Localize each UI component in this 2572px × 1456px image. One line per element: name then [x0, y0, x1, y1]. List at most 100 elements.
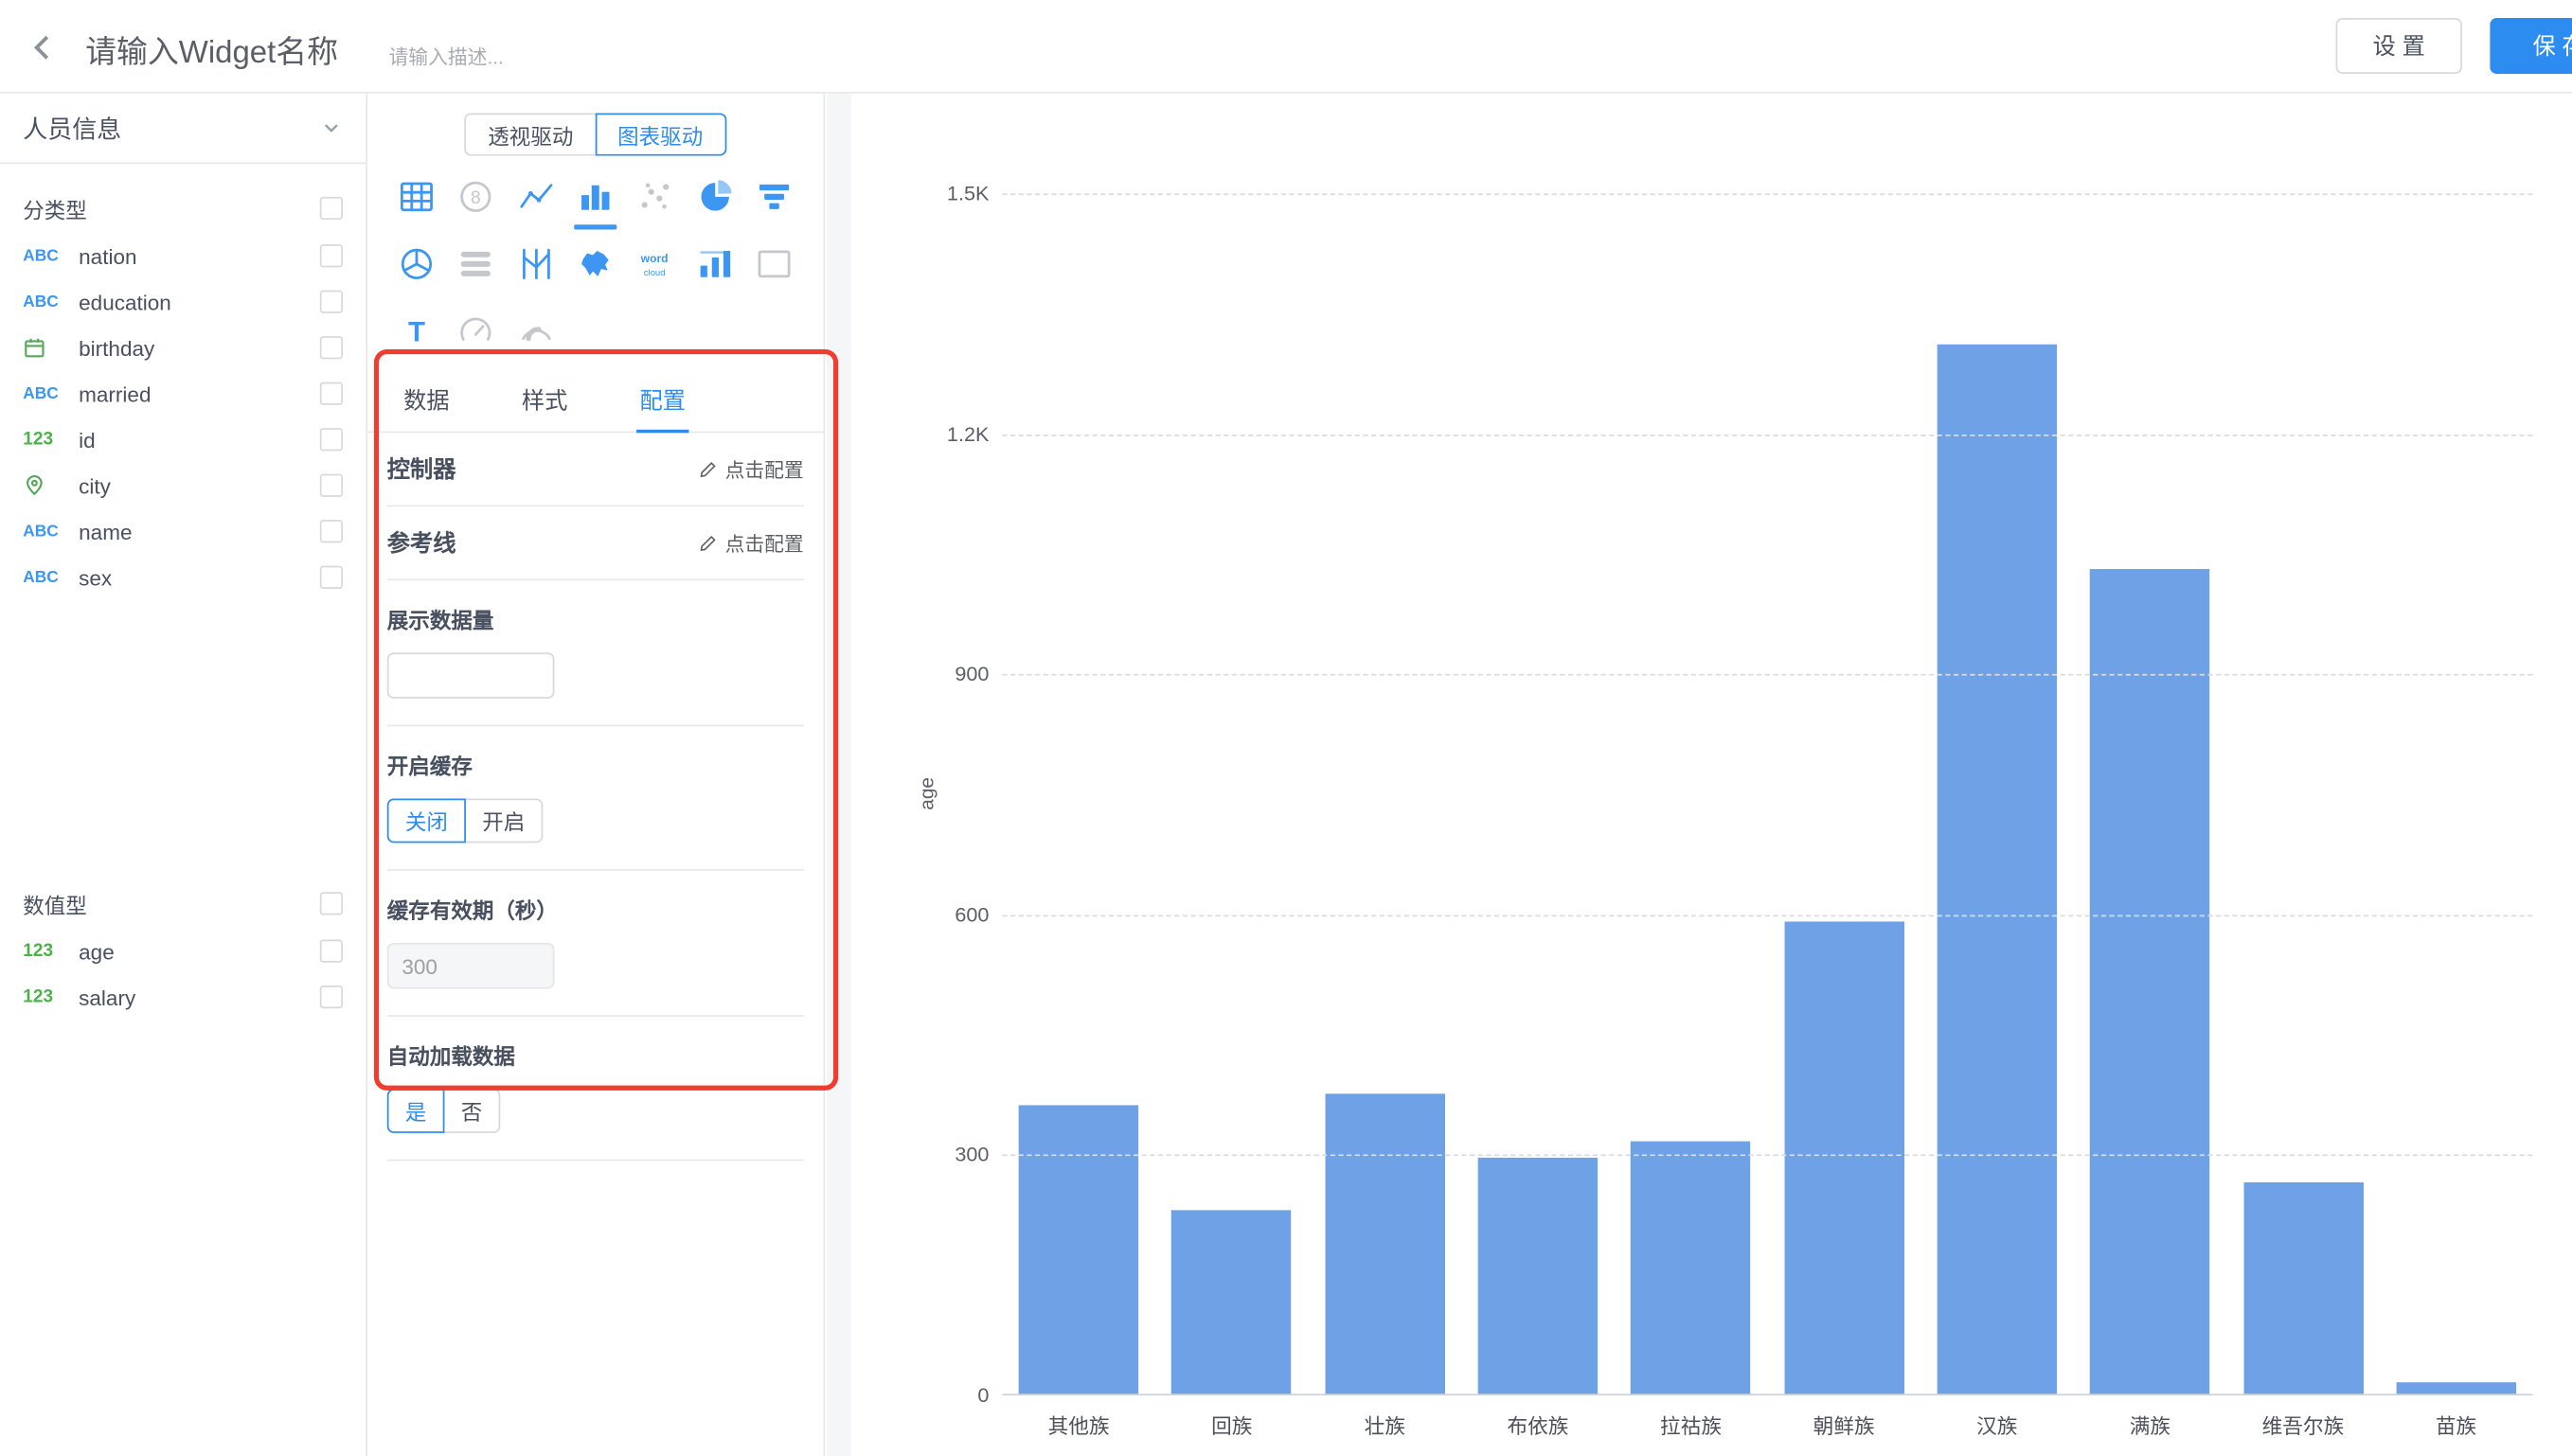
limit-input[interactable] — [387, 652, 555, 698]
field-checkbox[interactable] — [320, 566, 343, 589]
line-chart-type-icon[interactable] — [514, 175, 557, 218]
y-tick-label: 900 — [955, 663, 989, 685]
controller-configure-link[interactable]: 点击配置 — [699, 455, 804, 483]
cache-option-开启[interactable]: 开启 — [464, 799, 543, 843]
app-window: 请输入Widget名称 请输入描述... 设 置 保 存 人员信息 分类型 AB… — [0, 0, 2572, 1456]
radar-chart-type-icon[interactable] — [396, 242, 438, 285]
chart-bar-壮族[interactable] — [1325, 1093, 1444, 1394]
field-row-age[interactable]: 123 age — [0, 928, 366, 973]
field-row-nation[interactable]: ABC nation — [0, 233, 366, 278]
x-tick-label: 壮族 — [1309, 1409, 1462, 1440]
y-tick-label: 1.5K — [947, 182, 990, 204]
funnel-chart-type-icon[interactable] — [753, 175, 795, 218]
section-header: 数值型 — [0, 879, 366, 928]
field-row-education[interactable]: ABC education — [0, 278, 366, 324]
field-checkbox[interactable] — [320, 940, 343, 963]
svg-text:8: 8 — [472, 188, 482, 208]
chart-bar-汉族[interactable] — [1938, 345, 2057, 1394]
pencil-icon — [699, 533, 719, 553]
chart-bar-拉祜族[interactable] — [1631, 1142, 1750, 1394]
field-row-married[interactable]: ABC married — [0, 370, 366, 416]
wordcloud-chart-type-icon[interactable]: wordcloud — [634, 242, 676, 285]
bar-chart-type-icon[interactable] — [574, 175, 616, 218]
parallel-chart-type-icon[interactable] — [514, 242, 557, 285]
mode-option-透视驱动[interactable]: 透视驱动 — [465, 114, 597, 156]
settings-button[interactable]: 设 置 — [2336, 18, 2462, 74]
field-checkbox[interactable] — [320, 474, 343, 497]
chart-bar-满族[interactable] — [2090, 569, 2209, 1394]
field-row-birthday[interactable]: birthday — [0, 325, 366, 370]
x-tick-label: 拉祜族 — [1615, 1409, 1768, 1440]
sidebar-section: 数值型 123 age 123 salary — [0, 879, 366, 1020]
bar-column — [1767, 193, 1920, 1394]
location-icon — [23, 474, 45, 497]
field-checkbox[interactable] — [320, 244, 343, 267]
field-sidebar: 人员信息 分类型 ABC nation ABC education birthd… — [0, 94, 367, 1456]
chart-bar-苗族[interactable] — [2396, 1382, 2515, 1394]
cache-expire-input — [387, 943, 555, 988]
field-checkbox[interactable] — [320, 985, 343, 1008]
cache-expire-section: 缓存有效期（秒） — [387, 871, 804, 1017]
field-name: city — [79, 473, 111, 498]
speedometer-chart-type-icon[interactable] — [514, 310, 557, 352]
chevron-left-icon — [25, 29, 61, 65]
field-row-name[interactable]: ABC name — [0, 508, 366, 554]
widget-name-input[interactable]: 请输入Widget名称 — [85, 27, 338, 72]
scatter-chart-type-icon[interactable] — [634, 175, 676, 218]
chart-bar-其他族[interactable] — [1019, 1106, 1138, 1394]
sankey-chart-type-icon[interactable] — [455, 242, 498, 285]
autoload-option-是[interactable]: 是 — [387, 1089, 445, 1133]
controller-label: 控制器 — [387, 453, 456, 486]
chart-bar-布依族[interactable] — [1478, 1158, 1598, 1394]
iframe-chart-type-icon[interactable] — [753, 242, 795, 285]
bar-column — [1615, 193, 1768, 1394]
bar-column — [1309, 193, 1462, 1394]
chart-bar-朝鲜族[interactable] — [1784, 921, 1903, 1394]
tab-数据[interactable]: 数据 — [401, 374, 453, 432]
bar-column — [1461, 193, 1615, 1394]
field-row-sex[interactable]: ABC sex — [0, 554, 366, 599]
map-chart-type-icon[interactable] — [574, 242, 616, 285]
field-checkbox[interactable] — [320, 428, 343, 451]
gauge-chart-type-icon[interactable] — [455, 310, 498, 352]
save-button[interactable]: 保 存 — [2490, 18, 2572, 74]
view-selector[interactable]: 人员信息 — [0, 94, 366, 164]
chart-type-grid: 8 wordcloud T — [387, 175, 804, 352]
field-checkbox[interactable] — [320, 520, 343, 542]
widget-description-input[interactable]: 请输入描述... — [389, 43, 504, 70]
pie-chart-type-icon[interactable] — [693, 175, 736, 218]
text-field-icon: ABC — [23, 568, 59, 586]
field-row-salary[interactable]: 123 salary — [0, 974, 366, 1020]
gridline — [1002, 914, 2532, 916]
panel-divider — [827, 94, 851, 1456]
table-chart-type-icon[interactable] — [396, 175, 438, 218]
chart-bar-维吾尔族[interactable] — [2243, 1181, 2363, 1394]
mode-toggle: 透视驱动图表驱动 — [367, 114, 824, 156]
text-chart-type-icon[interactable]: T — [396, 310, 438, 352]
autoload-option-否[interactable]: 否 — [443, 1089, 501, 1133]
tab-样式[interactable]: 样式 — [518, 374, 570, 432]
field-checkbox[interactable] — [320, 291, 343, 313]
mode-option-图表驱动[interactable]: 图表驱动 — [595, 114, 726, 156]
chart-bar-回族[interactable] — [1172, 1210, 1292, 1394]
field-name: sex — [79, 565, 112, 590]
cache-option-关闭[interactable]: 关闭 — [387, 799, 466, 843]
field-checkbox[interactable] — [320, 382, 343, 405]
svg-text:word: word — [640, 252, 669, 265]
reference-configure-link[interactable]: 点击配置 — [699, 529, 804, 557]
section-checkbox[interactable] — [320, 892, 343, 914]
back-button[interactable] — [16, 22, 68, 74]
field-row-city[interactable]: city — [0, 462, 366, 507]
bar-column — [1155, 193, 1309, 1394]
field-row-id[interactable]: 123 id — [0, 417, 366, 462]
section-checkbox[interactable] — [320, 197, 343, 220]
waterfall-chart-type-icon[interactable] — [693, 242, 736, 285]
x-tick-label: 满族 — [2074, 1409, 2227, 1440]
tab-配置[interactable]: 配置 — [636, 374, 688, 433]
field-checkbox[interactable] — [320, 336, 343, 359]
bar-column — [1002, 193, 1155, 1394]
scorecard-chart-type-icon[interactable]: 8 — [455, 175, 498, 218]
reference-line-row: 参考线 点击配置 — [387, 506, 804, 580]
config-content: 控制器 点击配置 参考线 点击配置 展示数据量 开启缓存 关闭开启 — [367, 433, 824, 1161]
y-tick-label: 600 — [955, 903, 989, 926]
